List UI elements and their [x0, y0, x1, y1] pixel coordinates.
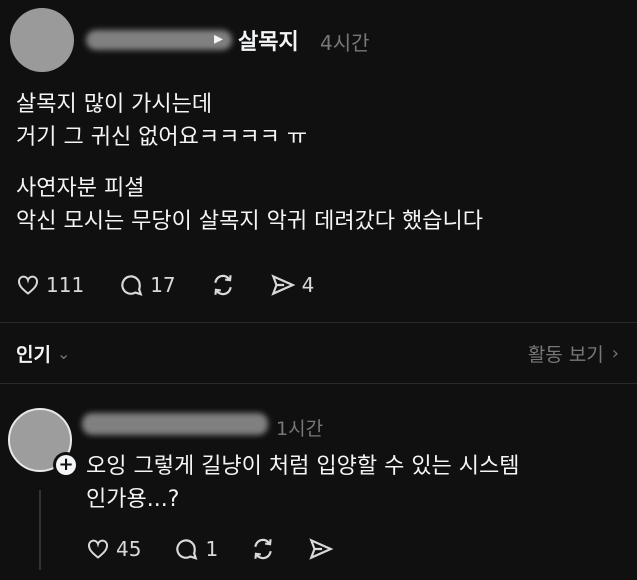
- comment-icon: [176, 539, 198, 560]
- reply-username-redacted[interactable]: [82, 413, 268, 435]
- comment-button[interactable]: 17: [118, 272, 176, 298]
- post-timestamp: 4시간: [320, 31, 370, 55]
- sort-dropdown[interactable]: 인기 ⌄: [16, 340, 70, 367]
- like-button[interactable]: 45: [86, 537, 141, 561]
- avatar[interactable]: [10, 8, 74, 72]
- follow-plus-icon[interactable]: +: [56, 455, 76, 475]
- reply-line: 인가용...?: [86, 487, 180, 512]
- post-actions: 111 17 4: [16, 272, 314, 298]
- send-icon: [309, 538, 334, 560]
- post-body: 살목지 많이 가시는데 거기 그 귀신 없어요ㅋㅋㅋㅋ ㅠ 사연자분 피셜 악신…: [16, 88, 483, 238]
- repost-button[interactable]: [210, 272, 236, 298]
- comment-icon: [121, 275, 143, 296]
- repost-icon: [213, 274, 232, 296]
- like-button[interactable]: 111: [16, 273, 84, 297]
- reply-actions: 45 1: [86, 536, 334, 562]
- topic-tag[interactable]: 살목지: [238, 24, 299, 56]
- heart-icon: [88, 539, 108, 559]
- comment-button[interactable]: 1: [173, 536, 218, 562]
- post-line: 살목지 많이 가시는데: [16, 92, 213, 117]
- post-line: 사연자분 피셜: [16, 176, 145, 201]
- username-redacted[interactable]: [86, 30, 232, 50]
- chevron-right-icon: ›: [611, 343, 619, 364]
- share-button[interactable]: 4: [270, 272, 315, 298]
- reply-body: 오잉 그렇게 길냥이 처럼 입양할 수 있는 시스템 인가용...?: [86, 450, 520, 516]
- repost-button[interactable]: [250, 536, 276, 562]
- divider: [0, 322, 637, 323]
- view-activity-label: 활동 보기: [527, 344, 604, 366]
- thread-line: [39, 490, 41, 570]
- post-line: 악신 모시는 무당이 살목지 악귀 데려갔다 했습니다: [16, 209, 484, 234]
- divider: [0, 383, 637, 384]
- comment-count: 17: [150, 273, 176, 297]
- send-icon: [270, 274, 296, 296]
- like-count: 45: [116, 537, 142, 561]
- chevron-down-icon: ⌄: [56, 344, 71, 363]
- repost-icon: [254, 538, 272, 560]
- sort-label: 인기: [16, 344, 51, 366]
- post-line: 거기 그 귀신 없어요ㅋㅋㅋㅋ ㅠ: [16, 125, 308, 150]
- comment-count: 1: [205, 537, 219, 561]
- like-count: 111: [46, 273, 85, 297]
- reply-line: 오잉 그렇게 길냥이 처럼 입양할 수 있는 시스템: [86, 454, 520, 479]
- share-count: 4: [301, 273, 315, 297]
- share-button[interactable]: [308, 536, 334, 562]
- reply-timestamp: 1시간: [276, 418, 324, 440]
- chevron-right-icon: ▸: [214, 28, 224, 49]
- view-activity-link[interactable]: 활동 보기 ›: [528, 340, 619, 367]
- heart-icon: [18, 275, 38, 295]
